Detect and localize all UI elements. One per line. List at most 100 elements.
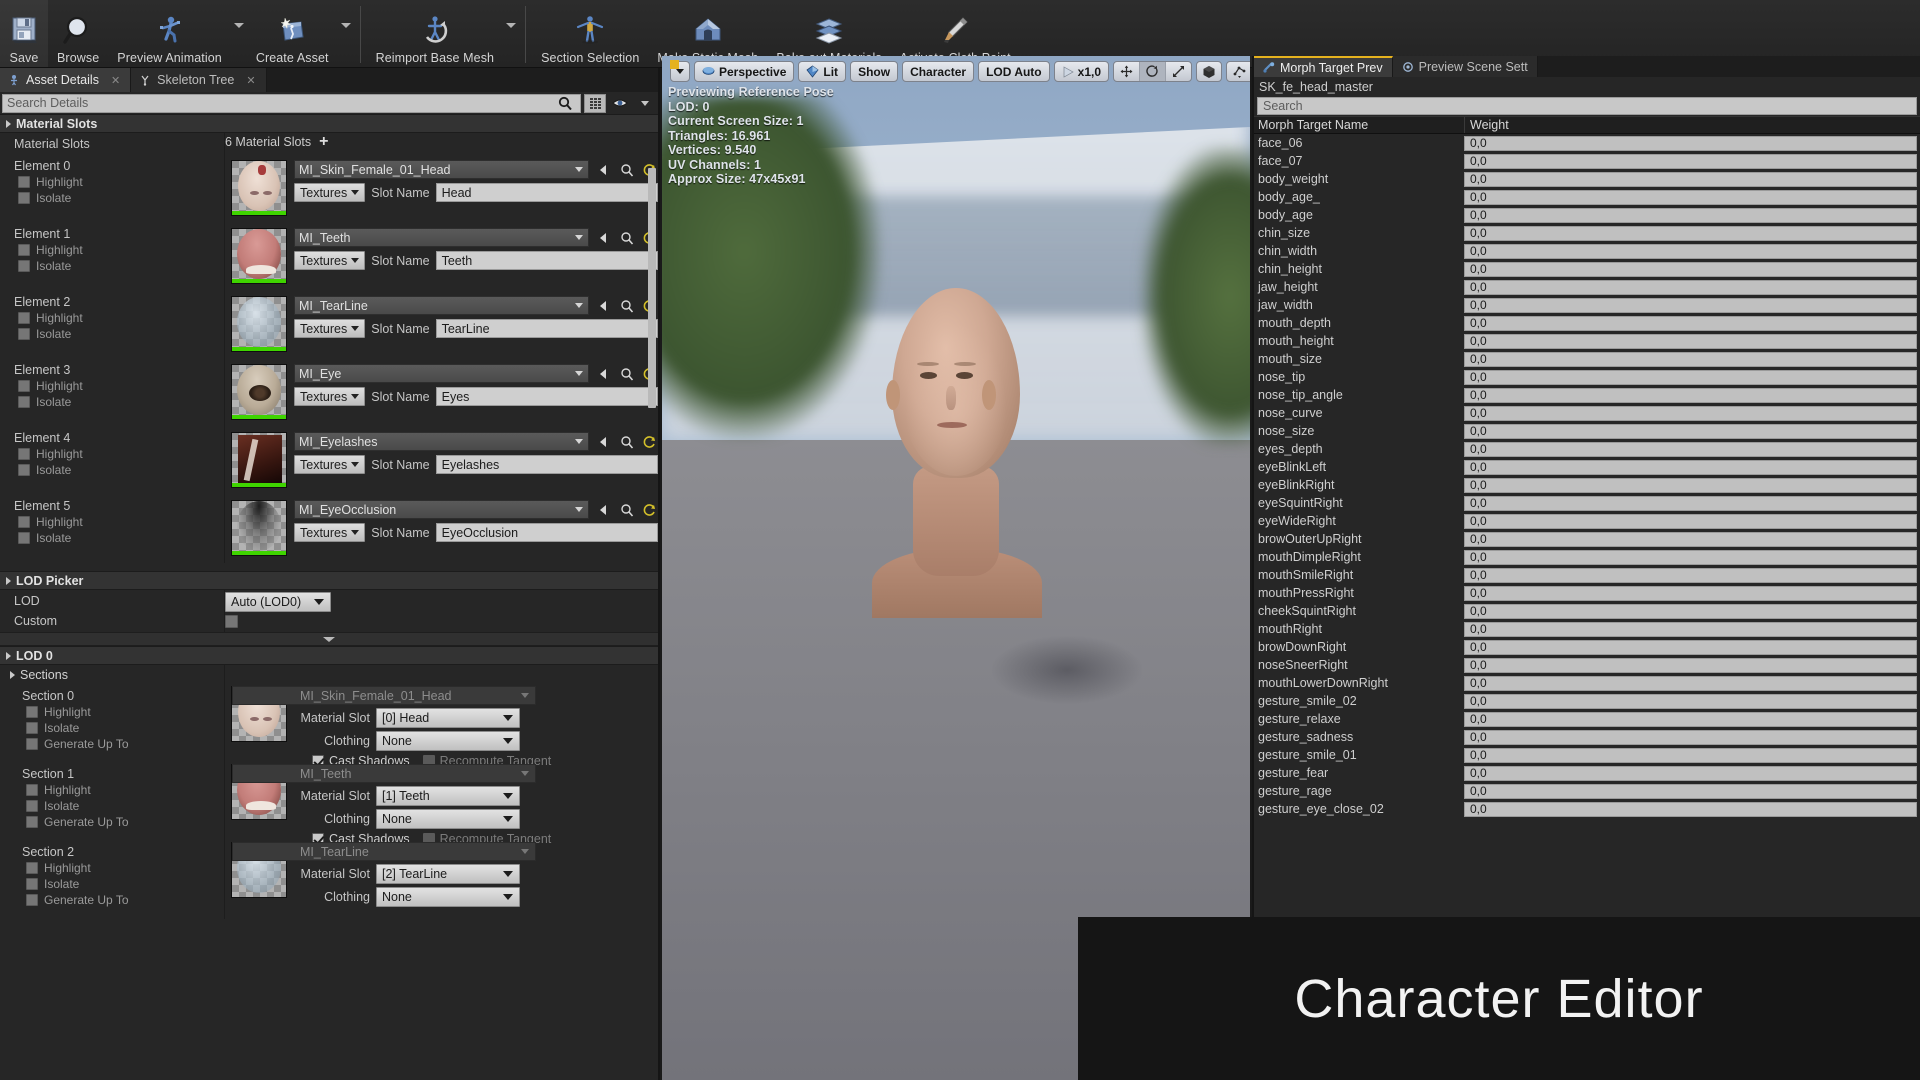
translate-gizmo-button[interactable]: [1114, 62, 1140, 81]
morph-search-input[interactable]: Search: [1257, 97, 1917, 115]
element-highlight-toggle[interactable]: Highlight: [0, 445, 224, 461]
morph-target-weight-input[interactable]: 0,0: [1464, 784, 1917, 799]
checkbox[interactable]: [26, 706, 38, 718]
morph-target-weight-input[interactable]: 0,0: [1464, 370, 1917, 385]
checkbox[interactable]: [26, 784, 38, 796]
section-isolate-toggle[interactable]: Isolate: [0, 875, 224, 891]
checkbox[interactable]: [18, 532, 30, 544]
browse-to-asset-icon[interactable]: [618, 501, 635, 518]
morph-target-weight-input[interactable]: 0,0: [1464, 730, 1917, 745]
morph-target-row[interactable]: nose_curve0,0: [1254, 404, 1920, 422]
checkbox[interactable]: [26, 800, 38, 812]
use-selected-asset-icon[interactable]: [595, 501, 612, 518]
element-isolate-toggle[interactable]: Isolate: [0, 257, 224, 273]
element-isolate-toggle[interactable]: Isolate: [0, 393, 224, 409]
column-header-name[interactable]: Morph Target Name: [1254, 118, 1464, 132]
morph-target-row[interactable]: mouthDimpleRight0,0: [1254, 548, 1920, 566]
viewport-lod-menu[interactable]: LOD Auto: [978, 61, 1050, 82]
material-thumbnail[interactable]: [231, 160, 287, 216]
section-clothing-select[interactable]: None: [376, 809, 520, 829]
viewport-view-mode-button[interactable]: Lit: [798, 61, 846, 82]
tab-morph-target-preview[interactable]: Morph Target Prev: [1254, 56, 1393, 77]
tab-preview-scene-settings[interactable]: Preview Scene Sett: [1393, 56, 1538, 77]
slot-name-input[interactable]: EyeOcclusion: [436, 523, 658, 542]
morph-target-row[interactable]: mouth_height0,0: [1254, 332, 1920, 350]
morph-target-row[interactable]: eyeSquintRight0,0: [1254, 494, 1920, 512]
morph-target-row[interactable]: gesture_fear0,0: [1254, 764, 1920, 782]
textures-button[interactable]: Textures: [294, 455, 365, 474]
morph-target-row[interactable]: mouthSmileRight0,0: [1254, 566, 1920, 584]
add-material-slot-button[interactable]: +: [319, 136, 328, 148]
viewport-show-menu[interactable]: Show: [850, 61, 898, 82]
reset-to-default-icon[interactable]: [641, 501, 658, 518]
lod-select[interactable]: Auto (LOD0): [225, 592, 331, 612]
browse-to-asset-icon[interactable]: [618, 433, 635, 450]
preview-animation-button[interactable]: Preview Animation: [108, 0, 231, 67]
morph-target-weight-input[interactable]: 0,0: [1464, 424, 1917, 439]
material-thumbnail[interactable]: [231, 228, 287, 284]
morph-target-weight-input[interactable]: 0,0: [1464, 244, 1917, 259]
morph-target-row[interactable]: jaw_width0,0: [1254, 296, 1920, 314]
chevron-down-icon[interactable]: [634, 94, 656, 113]
slot-name-input[interactable]: Eyelashes: [436, 455, 658, 474]
search-icon[interactable]: [554, 94, 576, 113]
column-header-weight[interactable]: Weight: [1464, 117, 1920, 133]
morph-target-weight-input[interactable]: 0,0: [1464, 388, 1917, 403]
morph-target-weight-input[interactable]: 0,0: [1464, 532, 1917, 547]
material-combo[interactable]: MI_Skin_Female_01_Head: [294, 160, 589, 179]
element-highlight-toggle[interactable]: Highlight: [0, 241, 224, 257]
section-clothing-select[interactable]: None: [376, 887, 520, 907]
section-material-slot-select[interactable]: [0] Head: [376, 708, 520, 728]
browse-to-asset-icon[interactable]: [618, 297, 635, 314]
morph-target-weight-input[interactable]: 0,0: [1464, 478, 1917, 493]
checkbox[interactable]: [18, 192, 30, 204]
section-selection-button[interactable]: Section Selection: [532, 0, 648, 67]
morph-target-weight-input[interactable]: 0,0: [1464, 316, 1917, 331]
morph-target-row[interactable]: mouthLowerDownRight0,0: [1254, 674, 1920, 692]
browse-to-asset-icon[interactable]: [618, 161, 635, 178]
checkbox[interactable]: [18, 448, 30, 460]
details-scroll-area[interactable]: Material Slots Material Slots 6 Material…: [0, 114, 658, 1080]
material-combo[interactable]: MI_Teeth: [294, 228, 589, 247]
material-thumbnail[interactable]: [231, 364, 287, 420]
checkbox[interactable]: [18, 260, 30, 272]
material-thumbnail[interactable]: [231, 500, 287, 556]
tab-asset-details-close[interactable]: ✕: [111, 74, 120, 87]
morph-target-row[interactable]: mouth_depth0,0: [1254, 314, 1920, 332]
tab-asset-details[interactable]: Asset Details ✕: [0, 68, 131, 92]
morph-target-row[interactable]: gesture_rage0,0: [1254, 782, 1920, 800]
morph-target-row[interactable]: face_060,0: [1254, 134, 1920, 152]
morph-target-weight-input[interactable]: 0,0: [1464, 442, 1917, 457]
reimport-dropdown[interactable]: [503, 0, 519, 67]
morph-target-weight-input[interactable]: 0,0: [1464, 280, 1917, 295]
section-highlight-toggle[interactable]: Highlight: [0, 859, 224, 875]
morph-target-weight-input[interactable]: 0,0: [1464, 208, 1917, 223]
tab-skeleton-tree[interactable]: Skeleton Tree ✕: [131, 68, 266, 92]
surface-snap-button[interactable]: [1227, 62, 1250, 81]
viewport-character-menu[interactable]: Character: [902, 61, 974, 82]
textures-button[interactable]: Textures: [294, 319, 365, 338]
section-generate-up-to-toggle[interactable]: Generate Up To: [0, 813, 224, 829]
section-generate-up-to-toggle[interactable]: Generate Up To: [0, 891, 224, 907]
viewport-camera-mode-button[interactable]: Perspective: [694, 61, 794, 82]
checkbox[interactable]: [18, 396, 30, 408]
morph-target-row[interactable]: chin_size0,0: [1254, 224, 1920, 242]
browse-button[interactable]: Browse: [48, 0, 108, 67]
viewport-playback-speed-button[interactable]: x1,0: [1054, 61, 1109, 82]
slot-name-input[interactable]: Head: [436, 183, 658, 202]
reset-to-default-icon[interactable]: [641, 433, 658, 450]
material-combo[interactable]: MI_TearLine: [294, 296, 589, 315]
morph-target-weight-input[interactable]: 0,0: [1464, 262, 1917, 277]
slot-name-input[interactable]: Eyes: [436, 387, 658, 406]
morph-target-row[interactable]: gesture_smile_020,0: [1254, 692, 1920, 710]
textures-button[interactable]: Textures: [294, 387, 365, 406]
sections-subheader[interactable]: Sections: [0, 665, 658, 685]
morph-target-row[interactable]: face_070,0: [1254, 152, 1920, 170]
use-selected-asset-icon[interactable]: [595, 365, 612, 382]
morph-target-row[interactable]: cheekSquintRight0,0: [1254, 602, 1920, 620]
rotate-gizmo-button[interactable]: [1140, 62, 1166, 81]
grid-view-icon[interactable]: [584, 94, 606, 113]
world-space-button[interactable]: [1196, 61, 1222, 82]
element-isolate-toggle[interactable]: Isolate: [0, 189, 224, 205]
morph-target-weight-input[interactable]: 0,0: [1464, 694, 1917, 709]
